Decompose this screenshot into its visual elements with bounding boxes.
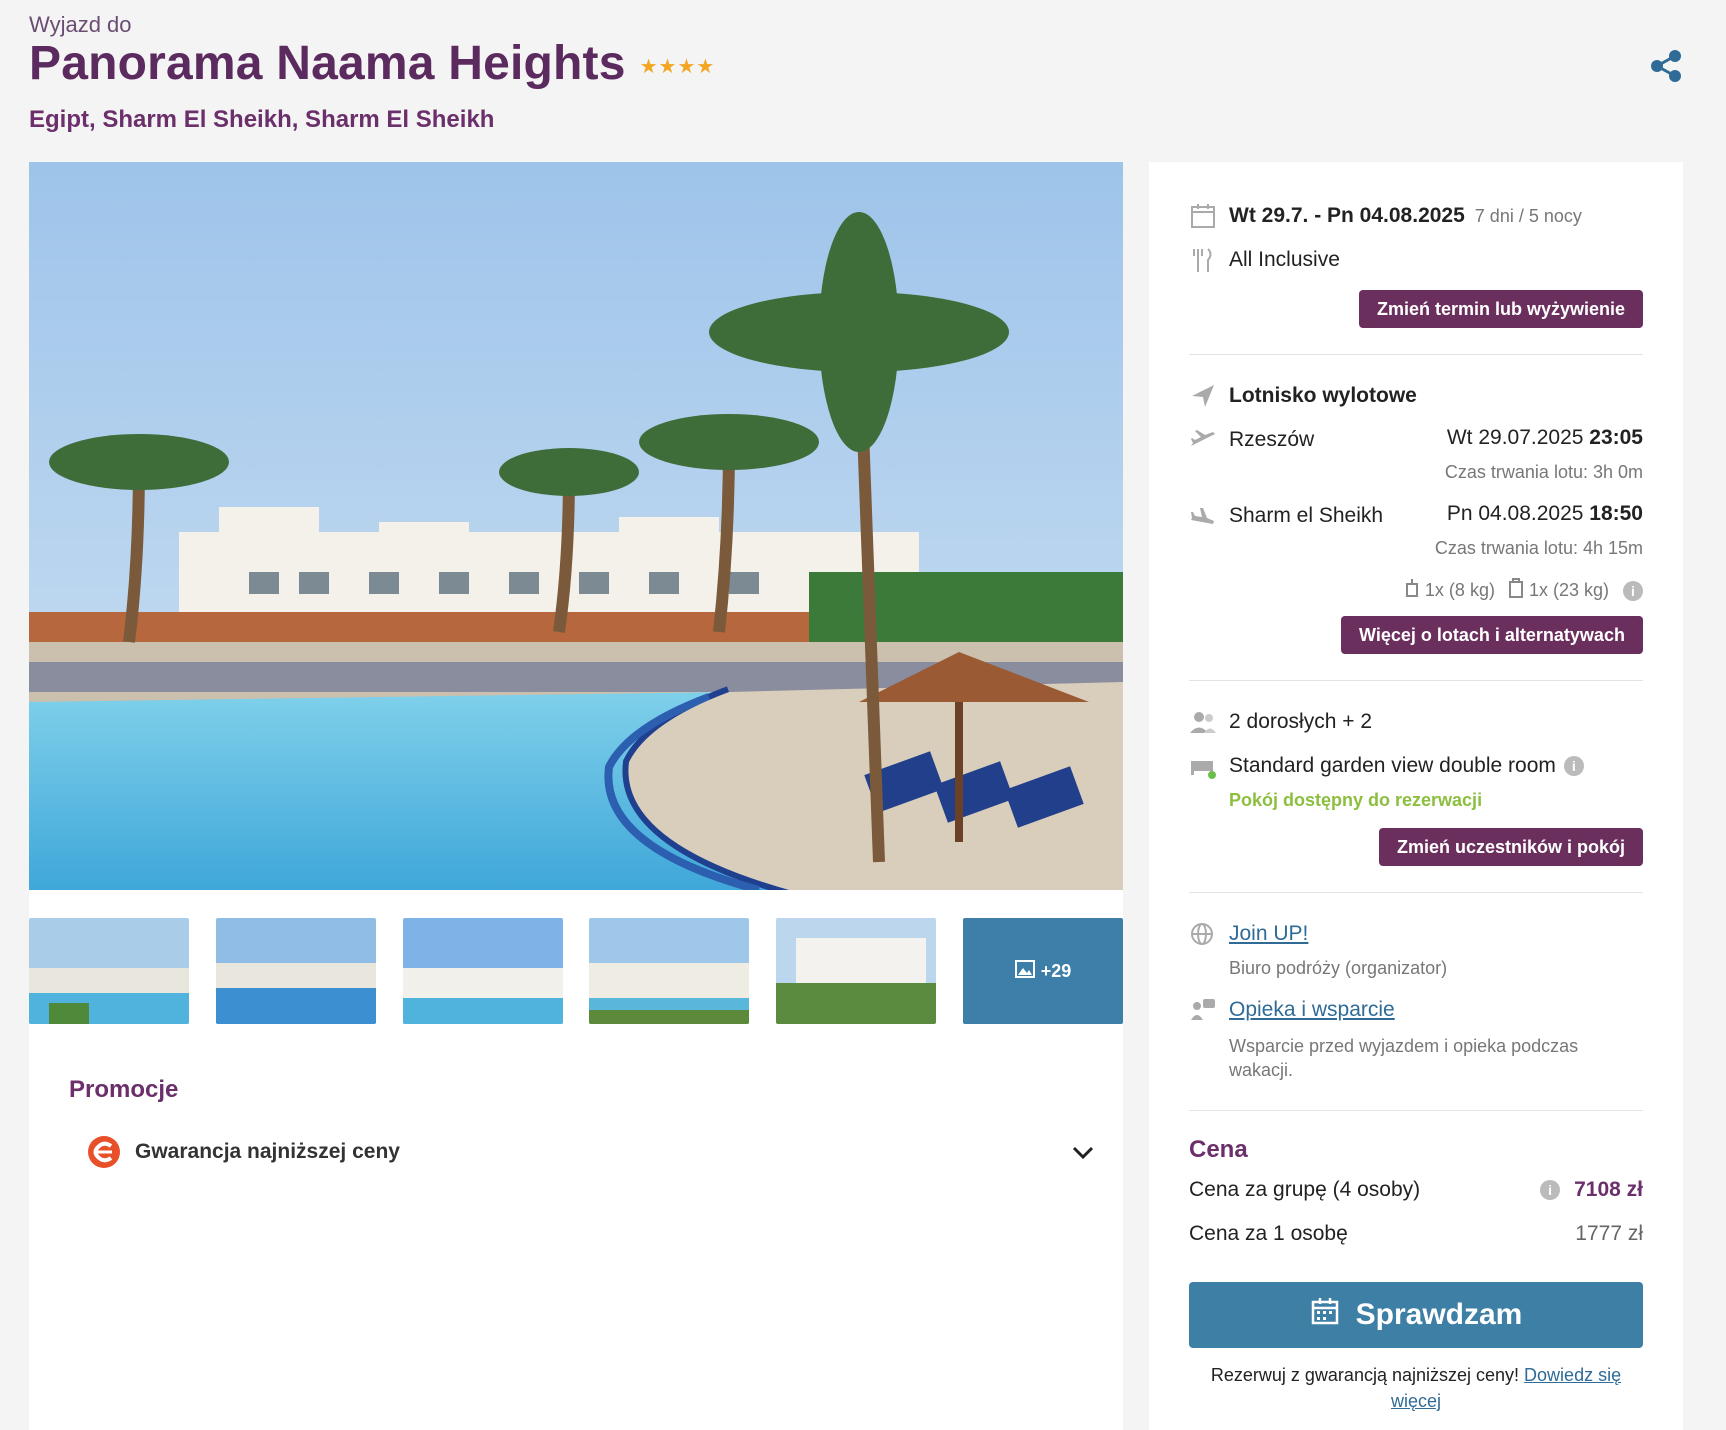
- share-icon[interactable]: [1648, 48, 1684, 84]
- hand-luggage-icon: [1405, 578, 1419, 603]
- trip-dates: Wt 29.7. - Pn 04.08.2025: [1229, 204, 1465, 227]
- page-subtitle: Wyjazd do: [29, 12, 132, 37]
- globe-icon: [1189, 920, 1217, 948]
- price-guarantee-note: Rezerwuj z gwarancją najniższej ceny! Do…: [1189, 1362, 1643, 1414]
- cutlery-icon: [1189, 246, 1217, 274]
- inbound-datetime: Pn 04.08.2025 18:50: [1389, 502, 1643, 526]
- room-info-icon[interactable]: i: [1563, 756, 1584, 776]
- group-price-value: 7108 zł: [1574, 1178, 1643, 1201]
- hotel-location: Egipt, Sharm El Sheikh, Sharm El Sheikh: [29, 106, 495, 133]
- airport-row: Lotnisko wylotowe: [1189, 382, 1417, 410]
- outbound-flight: Rzeszów: [1189, 426, 1314, 454]
- price-guarantee-icon: [87, 1135, 121, 1169]
- board-row: All Inclusive: [1189, 246, 1340, 274]
- dates-row: Wt 29.7. - Pn 04.08.2025 7 dni / 5 nocy: [1189, 202, 1582, 230]
- inbound-duration: Czas trwania lotu: 4h 15m: [1434, 538, 1643, 558]
- people-icon: [1189, 708, 1217, 736]
- thumbnail-5[interactable]: [776, 918, 936, 1024]
- gallery-panel: +29 Promocje Gwarancja najniższej ceny: [29, 162, 1123, 1430]
- divider: [1189, 892, 1643, 893]
- thumbnail-more[interactable]: +29: [963, 918, 1123, 1024]
- thumbnail-1[interactable]: [29, 918, 189, 1024]
- hotel-stars: ★★★★: [639, 56, 716, 78]
- bed-icon: [1189, 752, 1217, 780]
- person-price-label: Cena za 1 osobę: [1189, 1222, 1348, 1245]
- thumbnail-2[interactable]: [216, 918, 376, 1024]
- flights-more-button[interactable]: Więcej o lotach i alternatywach: [1341, 616, 1643, 654]
- outbound-time: 23:05: [1589, 426, 1643, 449]
- group-price-label: Cena za grupę (4 osoby): [1189, 1178, 1421, 1201]
- organizer-link[interactable]: Join UP!: [1229, 922, 1308, 946]
- calendar-icon: [1189, 202, 1217, 230]
- check-button-label: Sprawdzam: [1355, 1298, 1523, 1331]
- check-availability-button[interactable]: Sprawdzam: [1189, 1282, 1643, 1348]
- chevron-down-icon[interactable]: [1069, 1138, 1097, 1166]
- thumbnail-4[interactable]: [589, 918, 749, 1024]
- persons-count: 2 dorosłych + 2: [1229, 710, 1373, 733]
- support-link[interactable]: Opieka i wsparcie: [1229, 998, 1395, 1022]
- note-text: Rezerwuj z gwarancją najniższej ceny!: [1210, 1365, 1520, 1385]
- outbound-date: Wt 29.07.2025: [1446, 426, 1584, 449]
- plane-takeoff-icon: [1189, 426, 1217, 454]
- calendar-icon: [1310, 1296, 1340, 1334]
- board-type: All Inclusive: [1229, 248, 1340, 271]
- organizer-row: Join UP!: [1189, 920, 1308, 948]
- inbound-city: Sharm el Sheikh: [1229, 504, 1384, 527]
- airport-label: Lotnisko wylotowe: [1229, 384, 1417, 407]
- promo-title: Promocje: [69, 1076, 179, 1103]
- group-price: i 7108 zł: [1449, 1178, 1643, 1202]
- hotel-title: Panorama Naama Heights ★★★★: [29, 36, 715, 91]
- outbound-duration: Czas trwania lotu: 3h 0m: [1444, 462, 1643, 482]
- price-title: Cena: [1189, 1136, 1248, 1163]
- divider: [1189, 680, 1643, 681]
- inbound-time: 18:50: [1589, 502, 1643, 525]
- gallery-more-count: +29: [1040, 960, 1072, 981]
- promo-item[interactable]: Gwarancja najniższej ceny: [87, 1130, 1097, 1174]
- luggage-info-icon[interactable]: i: [1623, 580, 1643, 601]
- support-row: Opieka i wsparcie: [1189, 996, 1395, 1024]
- inbound-date: Pn 04.08.2025: [1446, 502, 1584, 525]
- room-type: Standard garden view double room: [1229, 754, 1556, 777]
- luggage-row: 1x (8 kg) 1x (23 kg) i: [1329, 578, 1643, 603]
- gallery-icon: [1014, 959, 1035, 983]
- organizer-description: Biuro podróży (organizator): [1229, 958, 1448, 978]
- plane-landing-icon: [1189, 502, 1217, 530]
- promo-label: Gwarancja najniższej ceny: [135, 1140, 400, 1163]
- divider: [1189, 354, 1643, 355]
- person-price-value: 1777 zł: [1575, 1222, 1643, 1245]
- thumbnail-3[interactable]: [403, 918, 563, 1024]
- outbound-city: Rzeszów: [1229, 428, 1315, 451]
- trip-duration: 7 dni / 5 nocy: [1474, 205, 1582, 226]
- thumbnail-strip: +29: [29, 918, 1123, 1024]
- outbound-datetime: Wt 29.07.2025 23:05: [1389, 426, 1643, 450]
- support-chat-icon: [1189, 996, 1217, 1024]
- checked-luggage: 1x (23 kg): [1528, 580, 1609, 600]
- booking-panel: Wt 29.7. - Pn 04.08.2025 7 dni / 5 nocy …: [1149, 162, 1683, 1430]
- price-info-icon[interactable]: i: [1540, 1180, 1561, 1200]
- hero-image[interactable]: [29, 162, 1123, 890]
- divider: [1189, 1110, 1643, 1111]
- change-room-button[interactable]: Zmień uczestników i pokój: [1379, 828, 1643, 866]
- navigation-arrow-icon: [1189, 382, 1217, 410]
- change-date-button[interactable]: Zmień termin lub wyżywienie: [1359, 290, 1643, 328]
- room-status: Pokój dostępny do rezerwacji: [1229, 790, 1483, 810]
- hand-luggage: 1x (8 kg): [1424, 580, 1495, 600]
- inbound-flight: Sharm el Sheikh: [1189, 502, 1383, 530]
- room-row: Standard garden view double room i: [1189, 752, 1584, 780]
- hotel-name: Panorama Naama Heights: [29, 37, 626, 90]
- persons-row: 2 dorosłych + 2: [1189, 708, 1372, 736]
- support-description: Wsparcie przed wyjazdem i opieka podczas…: [1229, 1036, 1579, 1080]
- suitcase-icon: [1508, 578, 1523, 603]
